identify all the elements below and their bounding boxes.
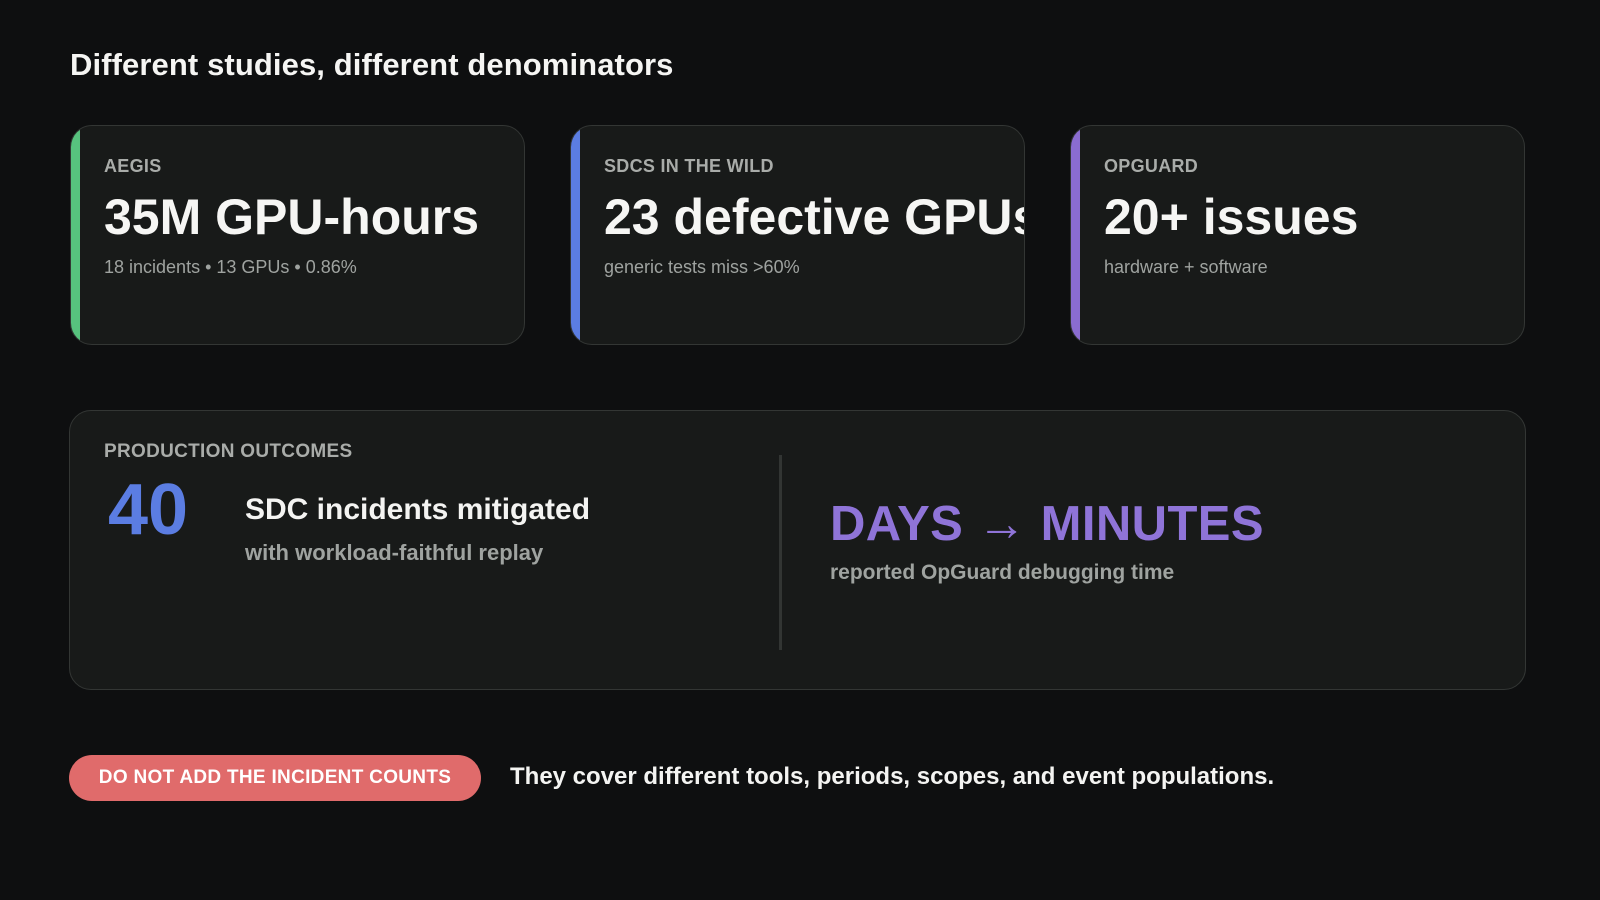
card-detail: 18 incidents • 13 GPUs • 0.86% <box>104 257 357 277</box>
incidents-mitigated-subline: with workload-faithful replay <box>245 540 544 565</box>
card-kicker: OPGUARD <box>1104 156 1199 176</box>
card-kicker: AEGIS <box>104 156 162 176</box>
debug-time-subline: reported OpGuard debugging time <box>830 561 1175 584</box>
card-accent-bar <box>1071 126 1080 344</box>
card-kicker: SDCS IN THE WILD <box>604 156 774 176</box>
debug-time-headline: DAYS → MINUTES <box>830 497 1264 551</box>
warning-badge: DO NOT ADD THE INCIDENT COUNTS <box>69 755 481 801</box>
outcomes-divider <box>779 455 782 650</box>
card-accent-bar <box>71 126 80 344</box>
sdcs-in-the-wild-stat-card: SDCS IN THE WILD 23 defective GPUs gener… <box>570 125 1025 345</box>
card-detail: hardware + software <box>1104 257 1268 277</box>
card-value: 35M GPU-hours <box>104 189 480 245</box>
footnote-text: They cover different tools, periods, sco… <box>510 763 1275 790</box>
slide-title: Different studies, different denominator… <box>70 47 674 82</box>
card-accent-bar <box>571 126 580 344</box>
production-outcomes-panel: PRODUCTION OUTCOMES 40 SDC incidents mit… <box>69 410 1526 690</box>
incidents-mitigated-count: 40 <box>108 470 189 550</box>
card-value: 23 defective GPUs <box>604 189 1025 245</box>
outcomes-kicker: PRODUCTION OUTCOMES <box>104 441 353 462</box>
card-value: 20+ issues <box>1104 189 1359 245</box>
incidents-mitigated-headline: SDC incidents mitigated <box>245 493 591 526</box>
aegis-stat-card: AEGIS 35M GPU-hours 18 incidents • 13 GP… <box>70 125 525 345</box>
card-detail: generic tests miss >60% <box>604 257 800 277</box>
opguard-stat-card: OPGUARD 20+ issues hardware + software <box>1070 125 1525 345</box>
